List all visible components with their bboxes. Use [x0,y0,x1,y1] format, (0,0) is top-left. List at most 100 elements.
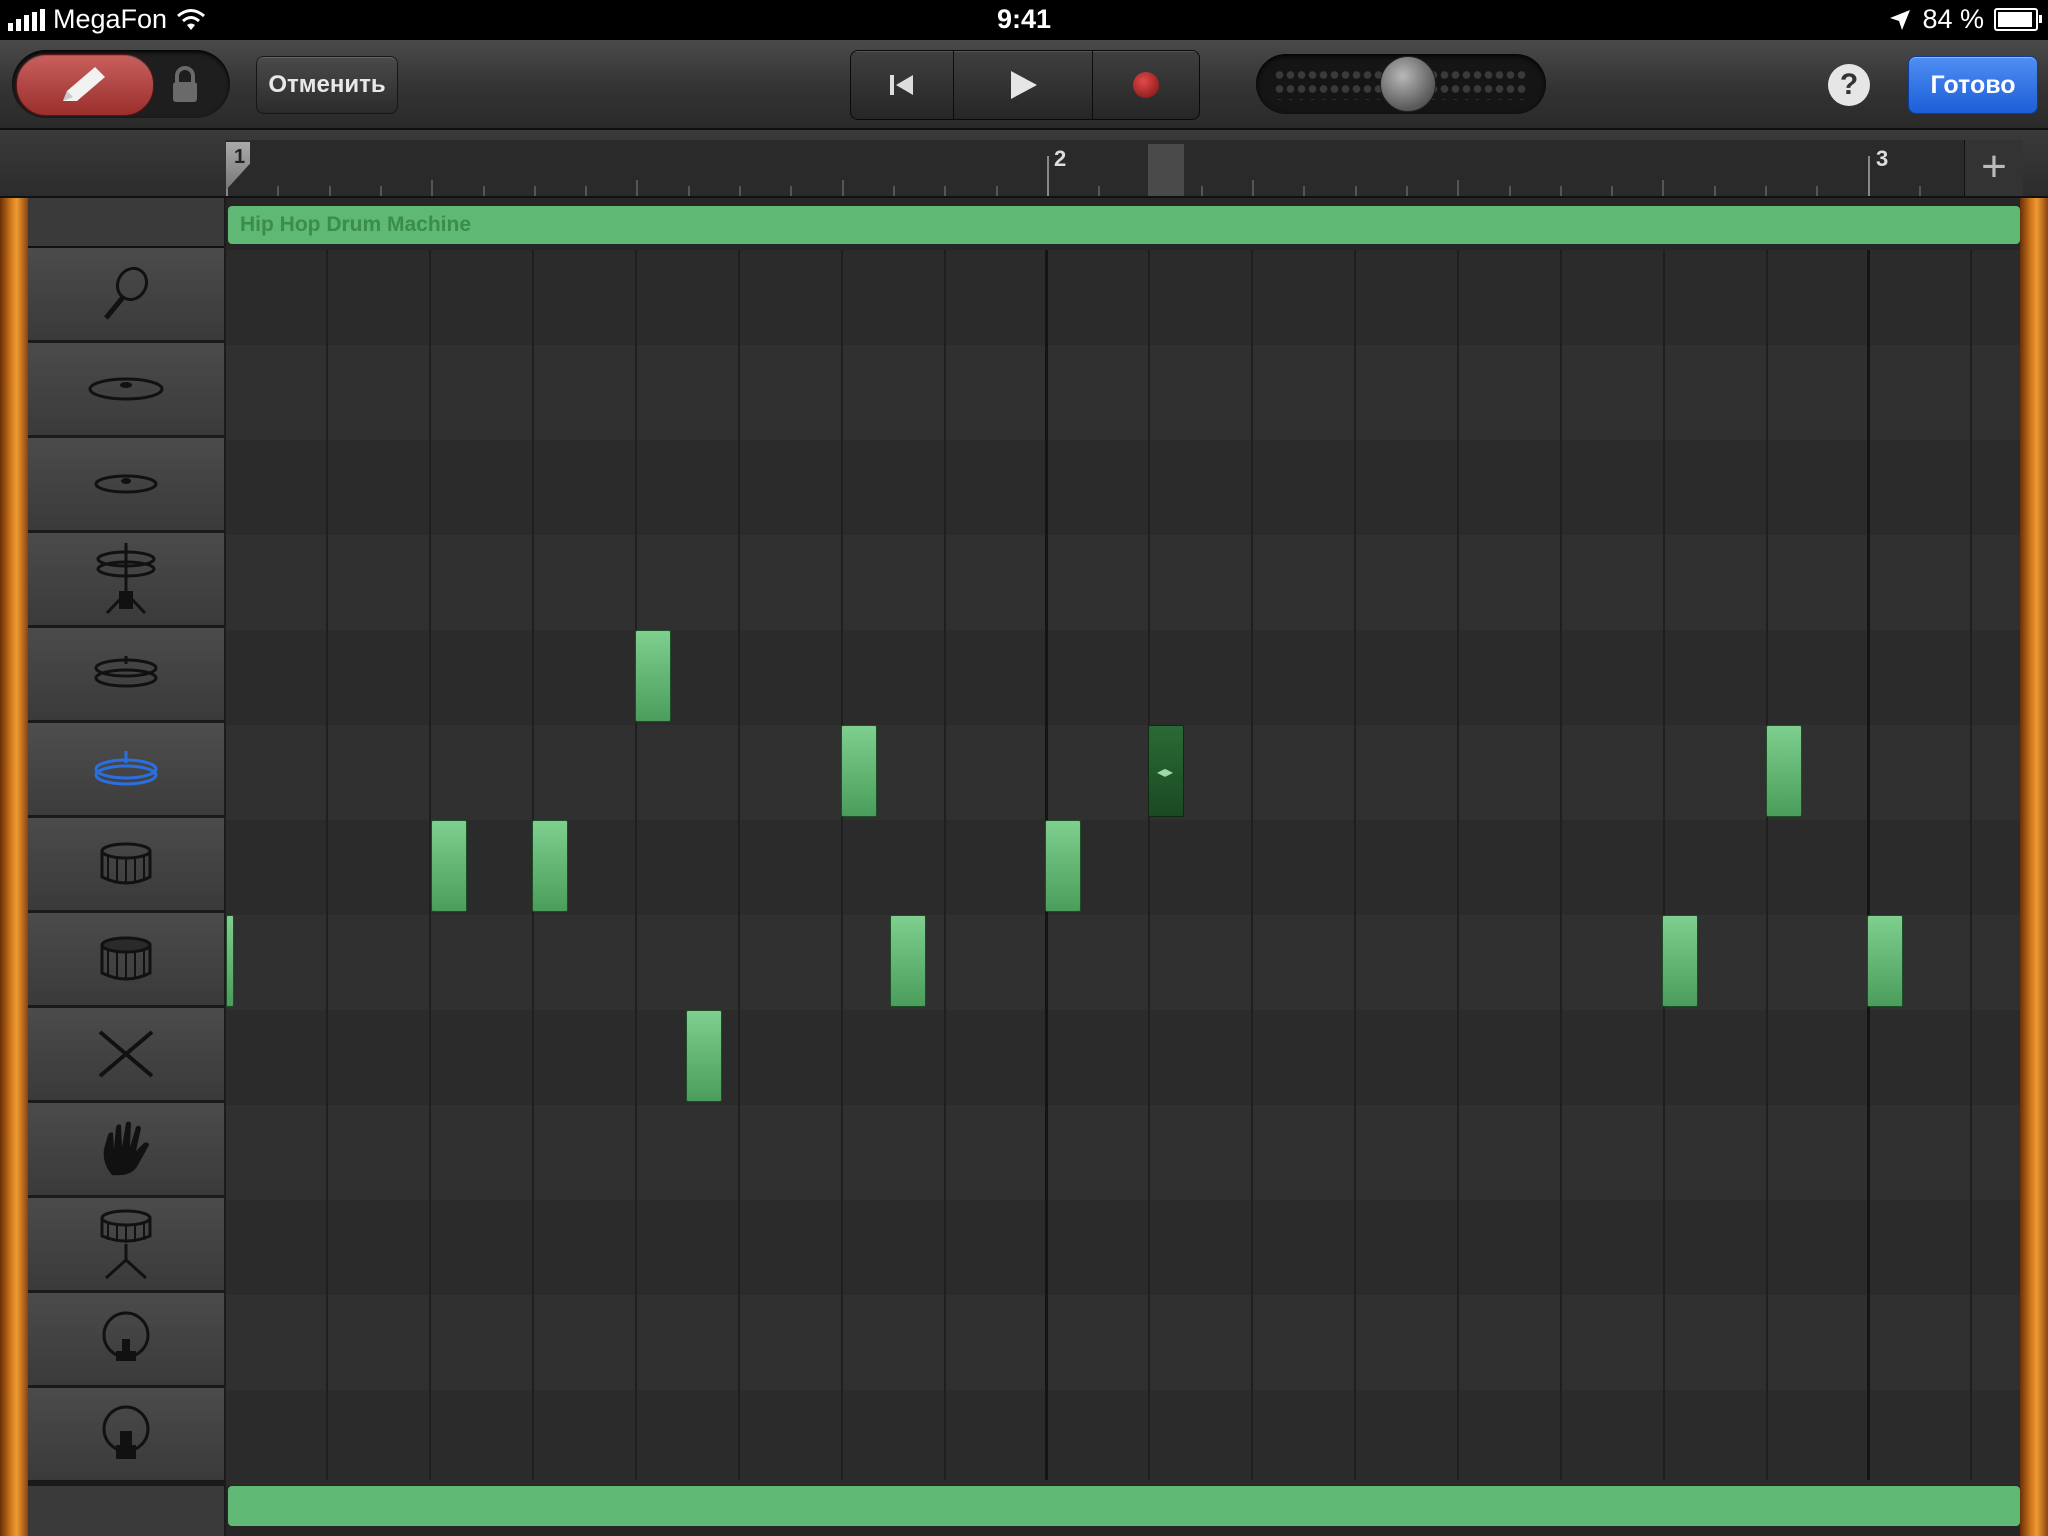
note[interactable] [890,915,926,1007]
ruler-tick [1867,156,1870,196]
hihat-pedal-icon [94,751,158,786]
region-footer[interactable] [228,1486,2020,1526]
instrument-row-clap[interactable] [28,1103,224,1198]
skip-back-icon [890,75,913,95]
record-button[interactable] [1093,51,1199,119]
note[interactable] [226,915,234,1007]
grid-row[interactable] [226,345,2020,440]
bar-line [1867,250,1870,1480]
ruler-tick [1405,186,1408,196]
playhead-highlight [1148,144,1184,196]
ruler-tick [1252,180,1254,196]
note[interactable] [1662,915,1698,1007]
grid-row[interactable] [226,1010,2020,1105]
ruler-tick [636,180,639,196]
instrument-row-snare[interactable] [28,818,224,913]
battery-percent: 84 % [1922,4,1984,34]
ruler-tick [1046,156,1049,196]
grid-row[interactable] [226,1295,2020,1390]
go-to-start-button[interactable] [851,51,954,119]
volume-slider-knob[interactable] [1380,56,1436,112]
instrument-row-snare-alt[interactable] [28,913,224,1008]
note[interactable] [1867,915,1903,1007]
grid-row[interactable] [226,1200,2020,1295]
grid-row[interactable] [226,725,2020,820]
help-button[interactable]: ? [1828,64,1870,106]
timeline-ruler[interactable]: 1 2 3 + [0,130,2048,198]
ruler-tick [1713,186,1716,196]
instrument-row-hihat-closed[interactable] [28,628,224,723]
grid-line [1970,250,1972,1480]
note[interactable] [686,1010,722,1102]
ruler-tick [944,186,947,196]
grid-line [944,250,946,1480]
undo-button[interactable]: Отменить [256,56,398,114]
instrument-row-kick-alt[interactable] [28,1388,224,1483]
ruler-track[interactable] [226,140,1964,196]
kick-drum-alt-icon [102,1405,150,1459]
tom-stand-icon [100,1209,152,1280]
status-bar: MegaFon 9:41 84 % [0,0,2048,40]
ruler-tick [1508,186,1511,196]
grid-row[interactable] [226,535,2020,630]
instrument-row-crash[interactable] [28,343,224,438]
grid-row[interactable] [226,1105,2020,1200]
step-sequencer-grid[interactable]: Hip Hop Drum Machine ◂▸ [226,198,2020,1536]
ruler-tick [739,186,741,196]
sticks-icon [98,1030,154,1078]
ruler-tick [533,186,536,196]
note[interactable] [1766,725,1802,817]
ruler-tick [431,180,434,196]
note-selected[interactable]: ◂▸ [1148,725,1184,817]
grid-row[interactable] [226,250,2020,345]
ruler-bar-3-label: 3 [1876,146,1889,171]
instrument-row-kick[interactable] [28,1293,224,1388]
play-icon [1011,71,1037,99]
instrument-row-ride[interactable] [28,438,224,533]
wood-side-panel-right [2020,198,2048,1536]
lock-icon[interactable] [170,64,200,104]
snare-drum-alt-icon [100,936,152,981]
region-header[interactable]: Hip Hop Drum Machine [228,206,2020,244]
note[interactable] [635,630,671,722]
ride-cymbal-icon [94,474,158,494]
note[interactable] [841,725,877,817]
ruler-tick [482,186,485,196]
grid-line [1354,250,1356,1480]
grid-line [1560,250,1562,1480]
ruler-tick [1611,186,1614,196]
grid-line [1663,250,1665,1480]
ruler-tick [1816,186,1819,196]
ruler-tick [687,186,690,196]
kick-drum-icon [102,1311,150,1361]
note[interactable] [532,820,568,912]
ruler-tick [1662,180,1665,196]
instrument-row-tom-stand[interactable] [28,1198,224,1293]
ruler-tick [1200,186,1203,196]
note[interactable] [431,820,467,912]
instrument-row-hihat-open[interactable] [28,533,224,628]
grid-row[interactable] [226,915,2020,1010]
instrument-row-hihat-pedal[interactable] [28,723,224,818]
grid-row[interactable] [226,820,2020,915]
grid-line [1251,250,1253,1480]
note[interactable] [1045,820,1081,912]
done-button[interactable]: Готово [1908,56,2038,114]
grid-row[interactable] [226,630,2020,725]
master-volume-slider[interactable] [1256,54,1546,114]
resize-handle-icon[interactable]: ◂▸ [1157,762,1173,782]
play-button[interactable] [954,51,1093,119]
grid-line [1457,250,1459,1480]
ruler-tick [328,186,331,196]
instrument-list-footer [28,1486,224,1536]
grid-line [326,250,328,1480]
pencil-edit-button[interactable] [16,54,154,116]
grid-row[interactable] [226,1390,2020,1485]
ruler-tick [1098,186,1101,196]
instrument-row-sticks[interactable] [28,1008,224,1103]
add-section-button[interactable]: + [1964,140,2023,196]
grid-row[interactable] [226,440,2020,535]
ruler-tick [1354,186,1357,196]
ruler-tick [1457,180,1460,196]
instrument-row-maracas[interactable] [28,248,224,343]
